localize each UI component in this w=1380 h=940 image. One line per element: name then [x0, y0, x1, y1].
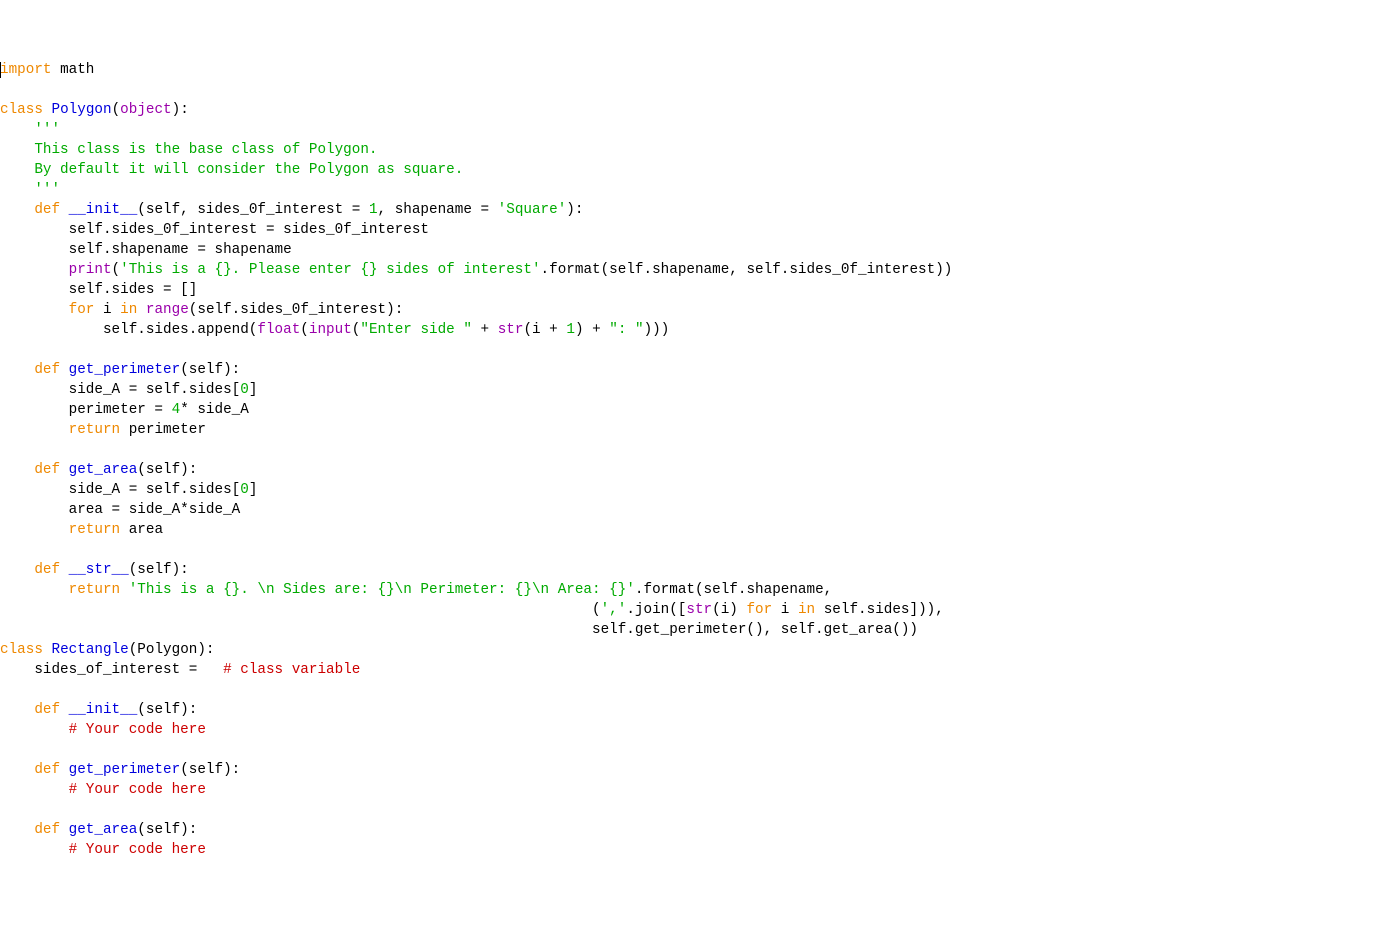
- method-name: get_perimeter: [60, 762, 180, 778]
- keyword-for: for: [0, 302, 94, 318]
- code-line: class Polygon(object):: [0, 102, 189, 118]
- comment: # class variable: [223, 662, 360, 678]
- code-line: # Your code here: [0, 782, 206, 798]
- class-name: Rectangle: [52, 642, 129, 658]
- string-literal: ": ": [609, 322, 643, 338]
- code-line: def get_area(self):: [0, 462, 197, 478]
- keyword-class: class: [0, 102, 43, 118]
- keyword-class: class: [0, 642, 43, 658]
- keyword-for: for: [746, 602, 772, 618]
- keyword-def: def: [0, 362, 60, 378]
- code-line: def get_perimeter(self):: [0, 362, 240, 378]
- code-line: return 'This is a {}. \n Sides are: {}\n…: [0, 582, 832, 598]
- code-line: print('This is a {}. Please enter {} sid…: [0, 262, 952, 278]
- code-line: def get_perimeter(self):: [0, 762, 240, 778]
- keyword-return: return: [0, 422, 120, 438]
- class-name: Polygon: [52, 102, 112, 118]
- code-line: class Rectangle(Polygon):: [0, 642, 215, 658]
- method-name: get_area: [60, 822, 137, 838]
- method-name: get_perimeter: [60, 362, 180, 378]
- docstring: ''': [0, 182, 60, 198]
- builtin-range: range: [137, 302, 188, 318]
- code-line: perimeter = 4* side_A: [0, 402, 249, 418]
- method-name: __init__: [60, 202, 137, 218]
- code-line: side_A = self.sides[0]: [0, 482, 257, 498]
- keyword-def: def: [0, 562, 60, 578]
- docstring: This class is the base class of Polygon.: [0, 142, 378, 158]
- code-block: import math class Polygon(object): ''' T…: [0, 60, 1380, 860]
- code-line: self.shapename = shapename: [0, 242, 292, 258]
- keyword-import: import: [0, 62, 51, 78]
- code-line: return area: [0, 522, 163, 538]
- string-literal: 'Square': [498, 202, 567, 218]
- code-line: def __init__(self, sides_0f_interest = 1…: [0, 202, 583, 218]
- keyword-return: return: [0, 582, 120, 598]
- keyword-def: def: [0, 462, 60, 478]
- docstring: By default it will consider the Polygon …: [0, 162, 463, 178]
- comment: # Your code here: [69, 842, 206, 858]
- string-literal: "Enter side ": [360, 322, 472, 338]
- method-name: __init__: [60, 702, 137, 718]
- keyword-in: in: [798, 602, 815, 618]
- code-line: self.sides = []: [0, 282, 197, 298]
- string-literal: 'This is a {}. Please enter {} sides of …: [120, 262, 540, 278]
- string-literal: ',': [601, 602, 627, 618]
- builtin-input: input: [309, 322, 352, 338]
- code-line: (','.join([str(i) for i in self.sides]))…: [0, 602, 944, 618]
- code-line: self.get_perimeter(), self.get_area()): [0, 622, 918, 638]
- code-line: # Your code here: [0, 722, 206, 738]
- code-line: # Your code here: [0, 842, 206, 858]
- keyword-def: def: [0, 762, 60, 778]
- keyword-in: in: [120, 302, 137, 318]
- builtin-str: str: [686, 602, 712, 618]
- comment: # Your code here: [69, 782, 206, 798]
- string-literal: 'This is a {}. \n Sides are: {}\n Perime…: [129, 582, 635, 598]
- keyword-return: return: [0, 522, 120, 538]
- keyword-def: def: [0, 822, 60, 838]
- builtin-str: str: [498, 322, 524, 338]
- code-line: def __str__(self):: [0, 562, 189, 578]
- code-line: area = side_A*side_A: [0, 502, 240, 518]
- comment: # Your code here: [69, 722, 206, 738]
- method-name: __str__: [60, 562, 129, 578]
- builtin-float: float: [257, 322, 300, 338]
- code-line: import math: [0, 62, 94, 78]
- code-line: self.sides_0f_interest = sides_0f_intere…: [0, 222, 429, 238]
- code-line: sides_of_interest = # class variable: [0, 662, 360, 678]
- code-line: side_A = self.sides[0]: [0, 382, 257, 398]
- method-name: get_area: [60, 462, 137, 478]
- code-line: for i in range(self.sides_0f_interest):: [0, 302, 403, 318]
- keyword-def: def: [0, 702, 60, 718]
- docstring: ''': [0, 122, 60, 138]
- builtin-print: print: [0, 262, 112, 278]
- code-line: def get_area(self):: [0, 822, 197, 838]
- code-line: return perimeter: [0, 422, 206, 438]
- code-line: def __init__(self):: [0, 702, 197, 718]
- code-line: self.sides.append(float(input("Enter sid…: [0, 322, 669, 338]
- builtin-object: object: [120, 102, 171, 118]
- keyword-def: def: [0, 202, 60, 218]
